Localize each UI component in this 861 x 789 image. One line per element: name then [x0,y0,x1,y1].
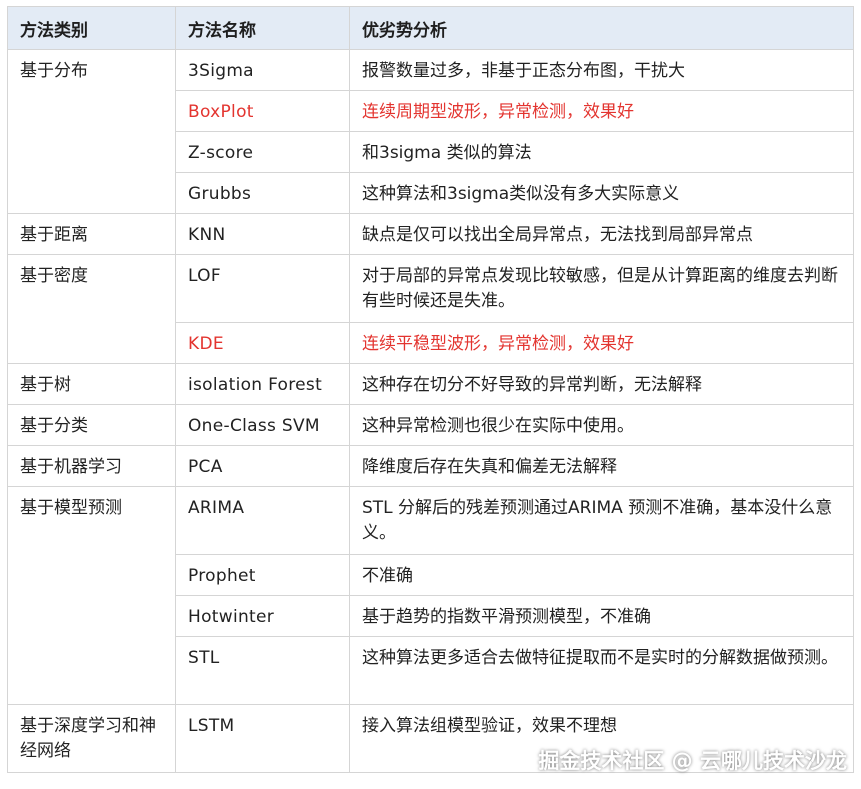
method-cell: LSTM [175,704,350,773]
method-cell: PCA [175,445,350,487]
method-cell: 3Sigma [175,49,350,91]
category-cell: 基于树 [7,363,176,405]
method-cell: Grubbs [175,172,350,214]
method-cell: One-Class SVM [175,404,350,446]
analysis-cell: 这种异常检测也很少在实际中使用。 [349,404,854,446]
comparison-table: 方法类别 方法名称 优劣势分析 基于分布 3Sigma 报警数量过多，非基于正态… [7,6,854,773]
analysis-cell: 和3sigma 类似的算法 [349,131,854,173]
header-method: 方法名称 [175,6,350,50]
method-cell: isolation Forest [175,363,350,405]
table-row: 基于模型预测 ARIMA STL 分解后的残差预测通过ARIMA 预测不准确，基… [7,486,854,705]
method-cell: BoxPlot [175,90,350,132]
method-cell: Prophet [175,554,350,596]
analysis-cell: 基于趋势的指数平滑预测模型，不准确 [349,595,854,637]
watermark: 掘金技术社区 @ 云哪儿技术沙龙 [538,749,847,773]
table-row: 基于距离 KNN 缺点是仅可以找出全局异常点，无法找到局部异常点 [7,213,854,255]
category-cell: 基于分类 [7,404,176,446]
method-cell: LOF [175,254,350,323]
analysis-cell: 连续周期型波形，异常检测，效果好 [349,90,854,132]
method-cell: Hotwinter [175,595,350,637]
analysis-cell: 连续平稳型波形，异常检测，效果好 [349,322,854,364]
header-analysis: 优劣势分析 [349,6,854,50]
method-cell: KDE [175,322,350,364]
category-cell: 基于距离 [7,213,176,255]
category-cell: 基于机器学习 [7,445,176,487]
category-cell: 基于密度 [7,254,176,364]
method-cell: KNN [175,213,350,255]
table-row: 基于密度 LOF 对于局部的异常点发现比较敏感，但是从计算距离的维度去判断有些时… [7,254,854,364]
method-cell: STL [175,636,350,705]
method-cell: Z-score [175,131,350,173]
table-header-row: 方法类别 方法名称 优劣势分析 [7,6,854,50]
header-category: 方法类别 [7,6,176,50]
analysis-cell: 降维度后存在失真和偏差无法解释 [349,445,854,487]
category-cell: 基于分布 [7,49,176,214]
analysis-cell: 不准确 [349,554,854,596]
table-row: 基于分布 3Sigma 报警数量过多，非基于正态分布图，干扰大 [7,49,854,214]
table-row: 基于树 isolation Forest 这种存在切分不好导致的异常判断，无法解… [7,363,854,405]
analysis-cell: 报警数量过多，非基于正态分布图，干扰大 [349,49,854,91]
analysis-cell: 这种算法和3sigma类似没有多大实际意义 [349,172,854,214]
category-cell: 基于深度学习和神经网络 [7,704,176,773]
method-cell: ARIMA [175,486,350,555]
analysis-cell: 这种存在切分不好导致的异常判断，无法解释 [349,363,854,405]
category-cell: 基于模型预测 [7,486,176,705]
analysis-cell: STL 分解后的残差预测通过ARIMA 预测不准确，基本没什么意义。 [349,486,854,555]
analysis-cell: 这种算法更多适合去做特征提取而不是实时的分解数据做预测。 [349,636,854,705]
table-row: 基于分类 One-Class SVM 这种异常检测也很少在实际中使用。 [7,404,854,446]
table-row: 基于机器学习 PCA 降维度后存在失真和偏差无法解释 [7,445,854,487]
analysis-cell: 对于局部的异常点发现比较敏感，但是从计算距离的维度去判断有些时候还是失准。 [349,254,854,323]
analysis-cell: 缺点是仅可以找出全局异常点，无法找到局部异常点 [349,213,854,255]
